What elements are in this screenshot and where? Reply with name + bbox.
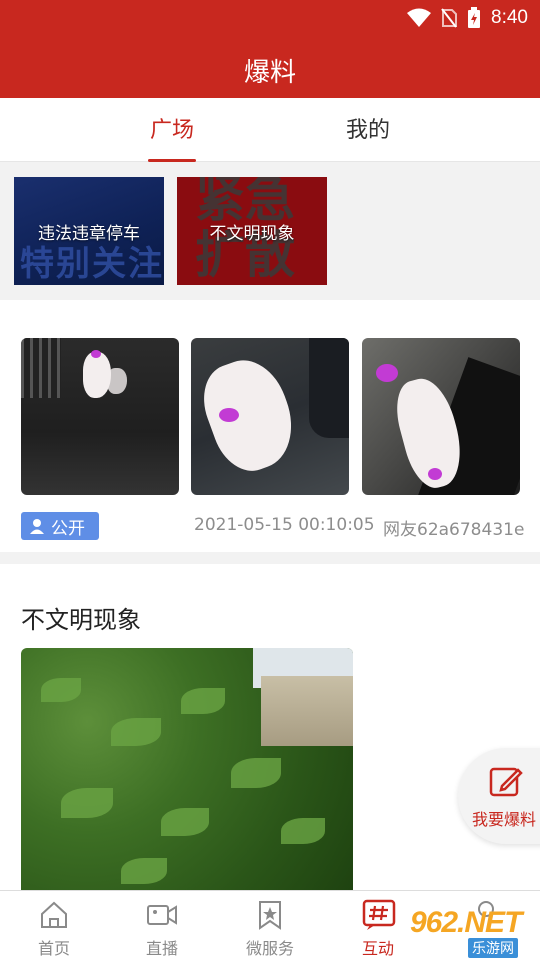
tab-mine[interactable]: 我的 <box>308 98 428 162</box>
nav-home[interactable]: 首页 <box>0 891 108 960</box>
no-sim-icon <box>441 8 458 28</box>
battery-charging-icon <box>468 7 481 28</box>
post-title: 不文明现象 <box>21 606 141 634</box>
screen: 8:40 爆料 广场 我的 特别关注 违法违章停车 紧急扩散 不文明现象 公开 … <box>0 0 540 960</box>
video-icon <box>147 905 177 925</box>
tab-square[interactable]: 广场 <box>112 98 232 162</box>
post-photo-plants[interactable] <box>21 648 353 894</box>
badge-label: 公开 <box>51 518 85 539</box>
page-title: 爆料 <box>243 58 296 88</box>
edit-icon <box>489 767 523 797</box>
watermark-sub: 乐游网 <box>468 938 518 958</box>
category-label: 不文明现象 <box>209 224 295 244</box>
hashtag-icon <box>362 899 396 930</box>
category-uncivil-behavior[interactable]: 紧急扩散 不文明现象 <box>177 177 327 285</box>
post-photo-cat-3[interactable] <box>362 338 520 495</box>
post-card[interactable]: 不文明现象 <box>0 564 540 894</box>
nav-microservice[interactable]: 微服务 <box>216 891 324 960</box>
watermark-text: 962.NET <box>410 906 522 939</box>
status-bar: 8:40 <box>407 4 528 32</box>
wifi-icon <box>407 8 432 27</box>
post-timestamp: 2021-05-15 00:10:05 <box>194 515 375 535</box>
fab-label: 我要爆料 <box>472 810 537 829</box>
post-photo-cat-1[interactable] <box>21 338 179 495</box>
nav-label: 微服务 <box>245 939 294 958</box>
user-icon <box>30 519 44 534</box>
category-illegal-parking[interactable]: 特别关注 违法违章停车 <box>14 177 164 285</box>
home-icon <box>41 901 67 928</box>
category-strip: 特别关注 违法违章停车 紧急扩散 不文明现象 <box>0 162 540 299</box>
nav-label: 首页 <box>37 939 70 958</box>
visibility-badge: 公开 <box>21 512 99 540</box>
post-photo-cat-2[interactable] <box>191 338 349 495</box>
nav-live[interactable]: 直播 <box>108 891 216 960</box>
tab-bar: 广场 我的 <box>0 98 540 162</box>
category-label: 违法违章停车 <box>38 224 140 244</box>
site-watermark: 962.NET 乐游网 <box>402 900 540 960</box>
post-author: 网友62a678431e <box>383 520 525 540</box>
post-card[interactable]: 公开 2021-05-15 00:10:05 网友62a678431e <box>0 300 540 552</box>
status-time: 8:40 <box>491 7 528 28</box>
bookmark-star-icon <box>259 901 281 930</box>
app-header: 8:40 爆料 <box>0 0 540 98</box>
nav-label: 直播 <box>145 939 178 958</box>
